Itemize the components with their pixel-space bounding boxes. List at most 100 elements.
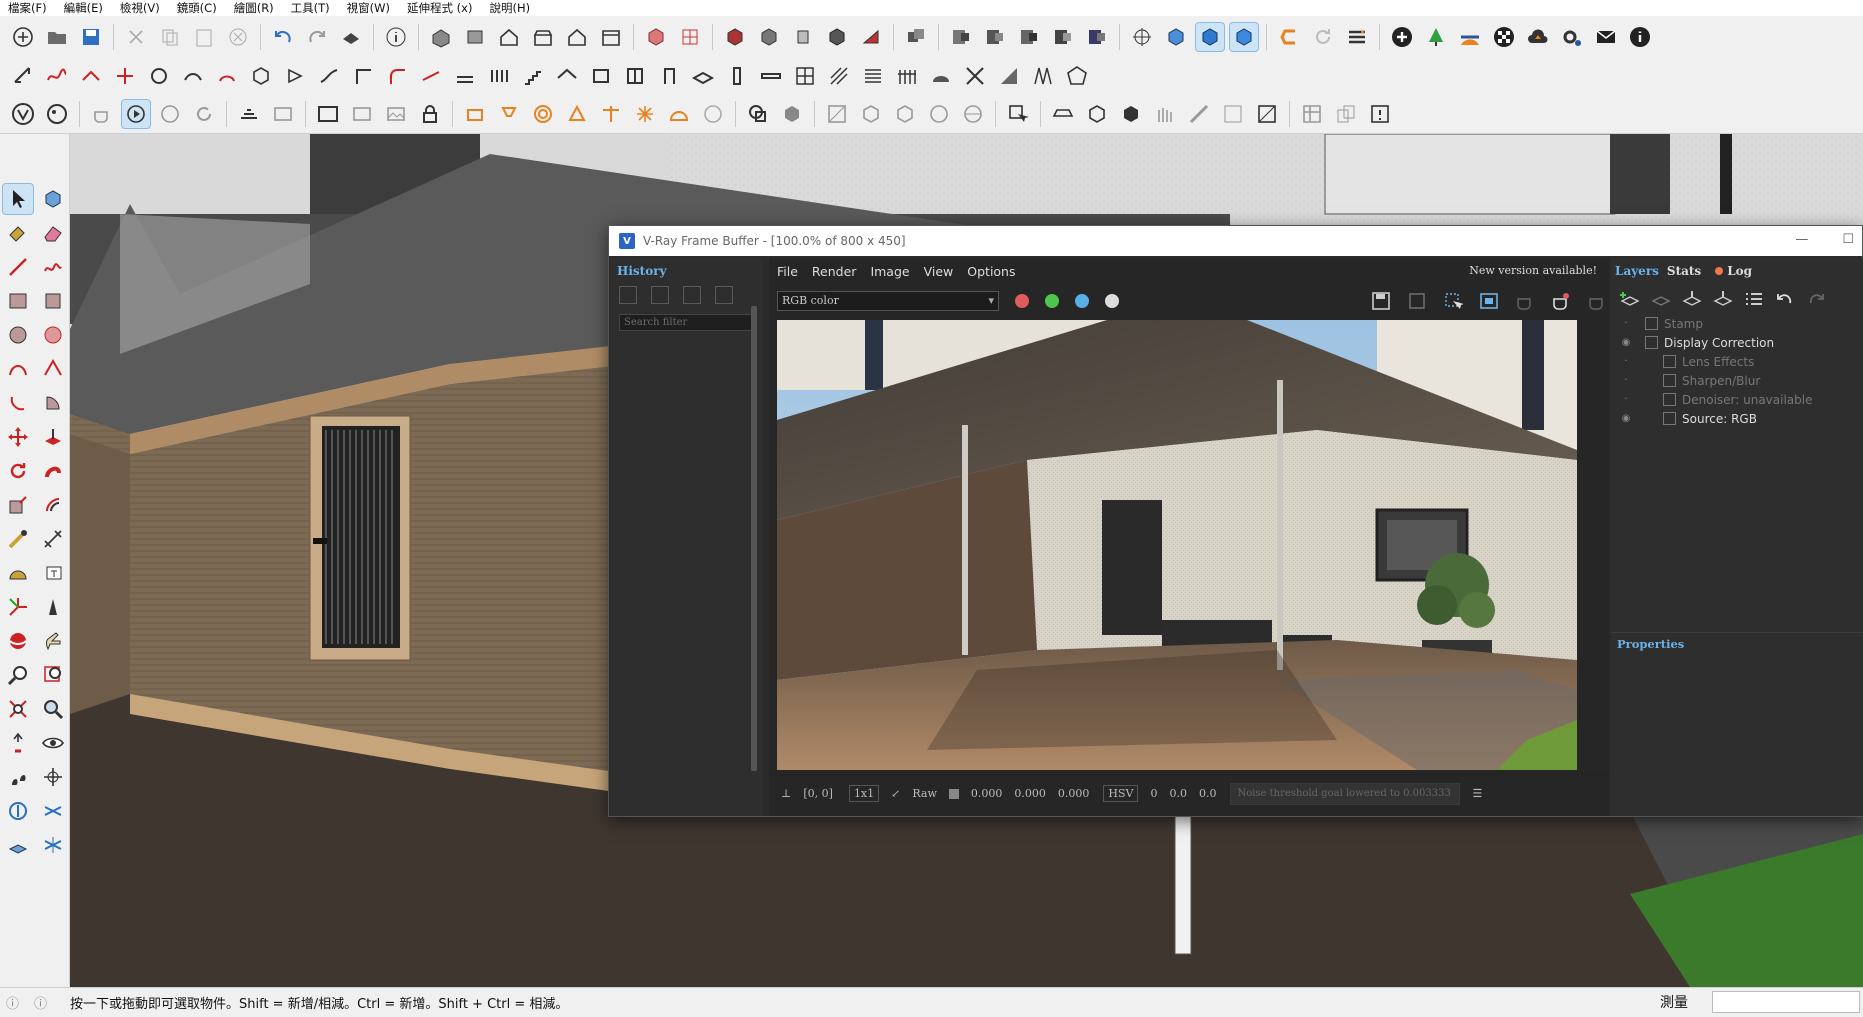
layer-undo-icon[interactable] — [1774, 289, 1796, 309]
text-icon[interactable] — [38, 558, 68, 588]
curve-edit-icon[interactable] — [77, 62, 105, 90]
lines-icon[interactable] — [859, 62, 887, 90]
menu-camera[interactable]: 鏡頭(C) — [169, 0, 226, 16]
log-toggle-icon[interactable]: ☰ — [1472, 787, 1482, 800]
sandbox-grid-icon[interactable] — [38, 796, 68, 826]
move-icon[interactable] — [3, 422, 33, 452]
offset-tool-icon[interactable] — [38, 490, 68, 520]
drape-icon[interactable] — [995, 62, 1023, 90]
clipper-icon[interactable] — [823, 100, 851, 128]
stairs-icon[interactable] — [519, 62, 547, 90]
layer-row[interactable]: · Lens Effects — [1611, 352, 1863, 371]
shaded-icon[interactable] — [755, 23, 783, 51]
cloud-upload-icon[interactable] — [1524, 23, 1552, 51]
layer-row[interactable]: ◉ Source: RGB — [1611, 409, 1863, 428]
menu-draw[interactable]: 繪圖(R) — [226, 0, 283, 16]
section-fill-icon[interactable] — [1015, 23, 1043, 51]
stop-render-icon[interactable] — [1585, 290, 1609, 312]
car-icon[interactable] — [1049, 100, 1077, 128]
xray-icon[interactable] — [642, 23, 670, 51]
sphere-light-icon[interactable] — [529, 100, 557, 128]
vray-render-icon[interactable] — [1195, 22, 1225, 52]
beam-icon[interactable] — [757, 62, 785, 90]
cube-icon[interactable] — [1083, 100, 1111, 128]
new-version-notice[interactable]: New version available! — [1469, 264, 1597, 277]
select-icon[interactable] — [2, 183, 34, 215]
pan-icon[interactable] — [38, 626, 68, 656]
layer-row[interactable]: ◉ Display Correction — [1611, 333, 1863, 352]
look-around-icon[interactable] — [38, 728, 68, 758]
render-image[interactable] — [777, 320, 1577, 770]
copy-icon[interactable] — [156, 23, 184, 51]
layer-redo-icon[interactable] — [1805, 289, 1827, 309]
frame-icon[interactable] — [314, 100, 342, 128]
eraser-icon[interactable] — [38, 218, 68, 248]
menu-edit[interactable]: 編輯(E) — [56, 0, 112, 16]
scatter-icon[interactable] — [1185, 100, 1213, 128]
mesh-light-icon[interactable] — [665, 100, 693, 128]
layer-row[interactable]: · Sharpen/Blur — [1611, 371, 1863, 390]
maximize-icon[interactable]: ☐ — [1842, 232, 1854, 247]
protractor-icon[interactable] — [3, 558, 33, 588]
cut-icon[interactable] — [122, 23, 150, 51]
shell-icon[interactable] — [927, 62, 955, 90]
frame-image-icon[interactable] — [382, 100, 410, 128]
sweep-icon[interactable] — [247, 62, 275, 90]
zoom-icon[interactable] — [3, 660, 33, 690]
ball-alt-icon[interactable] — [959, 100, 987, 128]
history-search-input[interactable]: Search filter — [619, 314, 754, 331]
minimize-icon[interactable]: — — [1795, 232, 1808, 247]
pointer-render-icon[interactable] — [1004, 100, 1032, 128]
layer-row[interactable]: · Denoiser: unavailable — [1611, 390, 1863, 409]
chamfer-icon[interactable] — [417, 62, 445, 90]
mail-icon[interactable] — [1592, 23, 1620, 51]
eye-icon[interactable]: · — [1617, 375, 1635, 386]
green-channel-toggle[interactable] — [1045, 294, 1059, 308]
vfb-open-icon[interactable] — [235, 100, 263, 128]
print-icon[interactable] — [337, 23, 365, 51]
array-icon[interactable] — [485, 62, 513, 90]
section-view-icon[interactable] — [1083, 23, 1111, 51]
lock-camera-icon[interactable] — [269, 100, 297, 128]
bend-icon[interactable] — [315, 62, 343, 90]
paint-bucket-icon[interactable] — [3, 218, 33, 248]
menu-window[interactable]: 視窗(W) — [339, 0, 399, 16]
omni-light-icon[interactable] — [597, 100, 625, 128]
fur-icon[interactable] — [1151, 100, 1179, 128]
front-view-icon[interactable] — [495, 23, 523, 51]
rotated-rect-icon[interactable] — [38, 286, 68, 316]
rect-light-icon[interactable] — [461, 100, 489, 128]
cube-solid-icon[interactable] — [1117, 100, 1145, 128]
measurements-input[interactable] — [1712, 991, 1860, 1013]
track-mouse-icon[interactable] — [1477, 290, 1501, 312]
pin-icon[interactable]: ⊥ — [781, 787, 791, 800]
blue-channel-toggle[interactable] — [1075, 294, 1089, 308]
save-icon[interactable] — [77, 23, 105, 51]
column-icon[interactable] — [723, 62, 751, 90]
orbit-icon[interactable] — [1128, 23, 1156, 51]
top-view-icon[interactable] — [461, 23, 489, 51]
eye-icon[interactable]: · — [1617, 356, 1635, 367]
left-view-icon[interactable] — [597, 23, 625, 51]
slab-icon[interactable] — [689, 62, 717, 90]
group-icon[interactable] — [902, 23, 930, 51]
delete-layer-icon[interactable] — [1650, 289, 1672, 309]
menu-help[interactable]: 說明(H) — [481, 0, 539, 16]
line-icon[interactable] — [3, 252, 33, 282]
sun-icon[interactable] — [1456, 23, 1484, 51]
arc2-icon[interactable] — [38, 354, 68, 384]
rectangle-icon[interactable] — [3, 286, 33, 316]
history-scrollbar[interactable] — [751, 306, 757, 771]
ies-light-icon[interactable] — [563, 100, 591, 128]
flip-icon[interactable] — [38, 830, 68, 860]
cloud-render-icon[interactable] — [156, 100, 184, 128]
eye-icon[interactable]: · — [1617, 394, 1635, 405]
geo-location-icon[interactable]: ⓘ — [6, 993, 19, 1012]
weld-icon[interactable] — [145, 62, 173, 90]
enscape-icon[interactable] — [1275, 23, 1303, 51]
vray-logo-icon[interactable] — [9, 100, 37, 128]
walk-icon[interactable] — [3, 762, 33, 792]
clear-image-icon[interactable] — [1405, 290, 1429, 312]
section-tool-icon[interactable] — [38, 762, 68, 792]
infinite-plane-icon[interactable] — [744, 100, 772, 128]
